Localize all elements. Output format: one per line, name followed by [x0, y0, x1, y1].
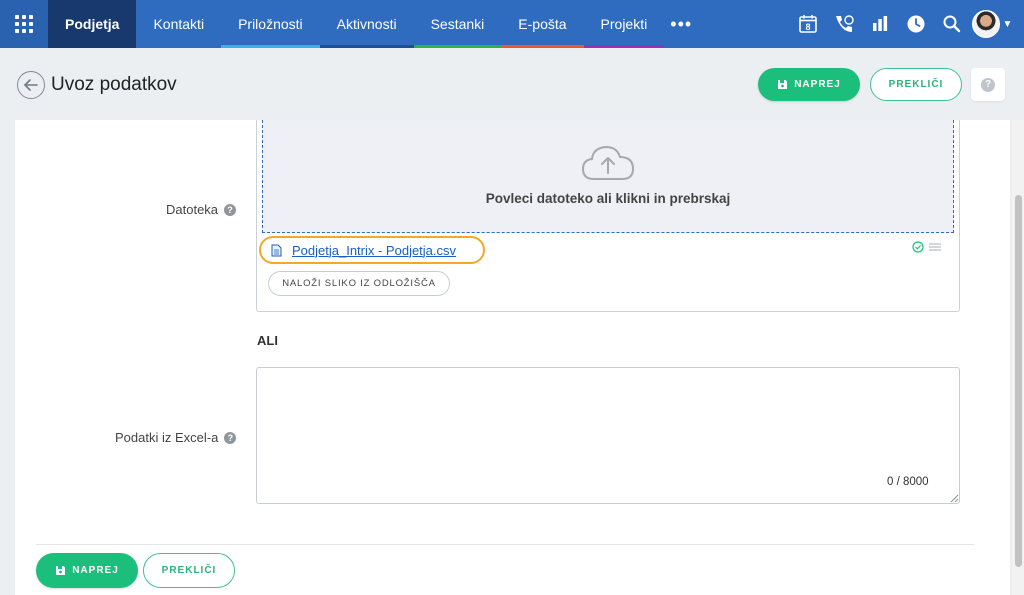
next-button-top[interactable]: NAPREJ [758, 68, 860, 101]
nav-tab-label: Projekti [600, 16, 648, 32]
nav-tab-label: Kontakti [153, 16, 205, 32]
chevron-down-icon: ▼ [1002, 18, 1013, 30]
cancel-button-top[interactable]: PREKLIČI [870, 68, 962, 101]
search-icon[interactable] [934, 0, 970, 48]
upload-from-clipboard-label: NALOŽI SLIKO IZ ODLOŽIŠČA [282, 278, 436, 289]
or-separator: ALI [257, 333, 278, 348]
top-navigation: Podjetja Kontakti Priložnosti Aktivnosti… [0, 0, 1024, 48]
help-icon[interactable]: ? [224, 431, 237, 444]
uploaded-file-item: Podjetja_Intrix - Podjetja.csv [259, 236, 485, 264]
avatar [971, 10, 1000, 38]
help-icon: ? [981, 77, 995, 92]
nav-tab-label: Sestanki [430, 16, 485, 32]
nav-tab-priloznosti[interactable]: Priložnosti [221, 0, 320, 48]
nav-tab-sestanki[interactable]: Sestanki [413, 0, 502, 48]
cancel-button-label: PREKLIČI [161, 565, 217, 576]
excel-data-textarea[interactable] [256, 367, 960, 504]
uploaded-file-link[interactable]: Podjetja_Intrix - Podjetja.csv [292, 243, 456, 258]
help-icon[interactable]: ? [224, 203, 237, 216]
divider [36, 544, 974, 545]
clock-icon[interactable] [898, 0, 934, 48]
calendar-icon[interactable]: 8 [790, 0, 826, 48]
arrow-left-icon [24, 79, 38, 91]
cancel-button-bottom[interactable]: PREKLIČI [143, 553, 235, 588]
nav-tab-label: Podjetja [65, 16, 120, 32]
character-counter: 0 / 8000 [887, 476, 929, 488]
help-button[interactable]: ? [971, 68, 1005, 101]
next-button-label: NAPREJ [72, 565, 119, 576]
nav-tab-eposta[interactable]: E-pošta [501, 0, 584, 48]
resize-handle-icon[interactable] [950, 494, 959, 503]
file-icon [271, 244, 282, 256]
page-title: Uvoz podatkov [51, 74, 177, 95]
nav-tab-aktivnosti[interactable]: Aktivnosti [319, 0, 414, 48]
drag-handle-icon[interactable] [928, 242, 942, 252]
cancel-button-label: PREKLIČI [888, 79, 944, 90]
call-icon[interactable] [826, 0, 862, 48]
nav-tab-label: E-pošta [518, 16, 567, 32]
scrollbar-thumb[interactable] [1015, 195, 1022, 567]
upload-from-clipboard-button[interactable]: NALOŽI SLIKO IZ ODLOŽIŠČA [268, 271, 450, 296]
calendar-day: 8 [805, 22, 810, 32]
excel-label-text: Podatki iz Excel-a [115, 430, 219, 445]
next-button-label: NAPREJ [794, 79, 841, 90]
nav-tab-podjetja[interactable]: Podjetja [48, 0, 137, 48]
next-button-bottom[interactable]: NAPREJ [36, 553, 138, 588]
nav-tab-kontakti[interactable]: Kontakti [136, 0, 222, 48]
file-field-label: Datoteka ? [166, 202, 237, 217]
nav-icons: 8 ▼ [790, 0, 1024, 48]
file-status [912, 241, 942, 253]
apps-grid-icon[interactable] [0, 0, 48, 48]
excel-field-label: Podatki iz Excel-a ? [115, 430, 237, 445]
cloud-upload-icon [581, 145, 635, 180]
save-icon [56, 566, 66, 575]
save-icon [778, 80, 788, 89]
user-menu[interactable]: ▼ [970, 0, 1014, 48]
dropzone-text: Povleci datoteko ali klikni in prebrskaj [485, 191, 731, 206]
reports-icon[interactable] [862, 0, 898, 48]
nav-tab-projekti[interactable]: Projekti [583, 0, 665, 48]
check-circle-icon [912, 241, 924, 253]
back-button[interactable] [17, 71, 45, 99]
nav-tab-label: Priložnosti [238, 16, 303, 32]
file-label-text: Datoteka [166, 202, 219, 217]
more-icon: ••• [670, 13, 693, 34]
nav-tab-label: Aktivnosti [336, 16, 397, 32]
nav-more-button[interactable]: ••• [664, 0, 698, 48]
